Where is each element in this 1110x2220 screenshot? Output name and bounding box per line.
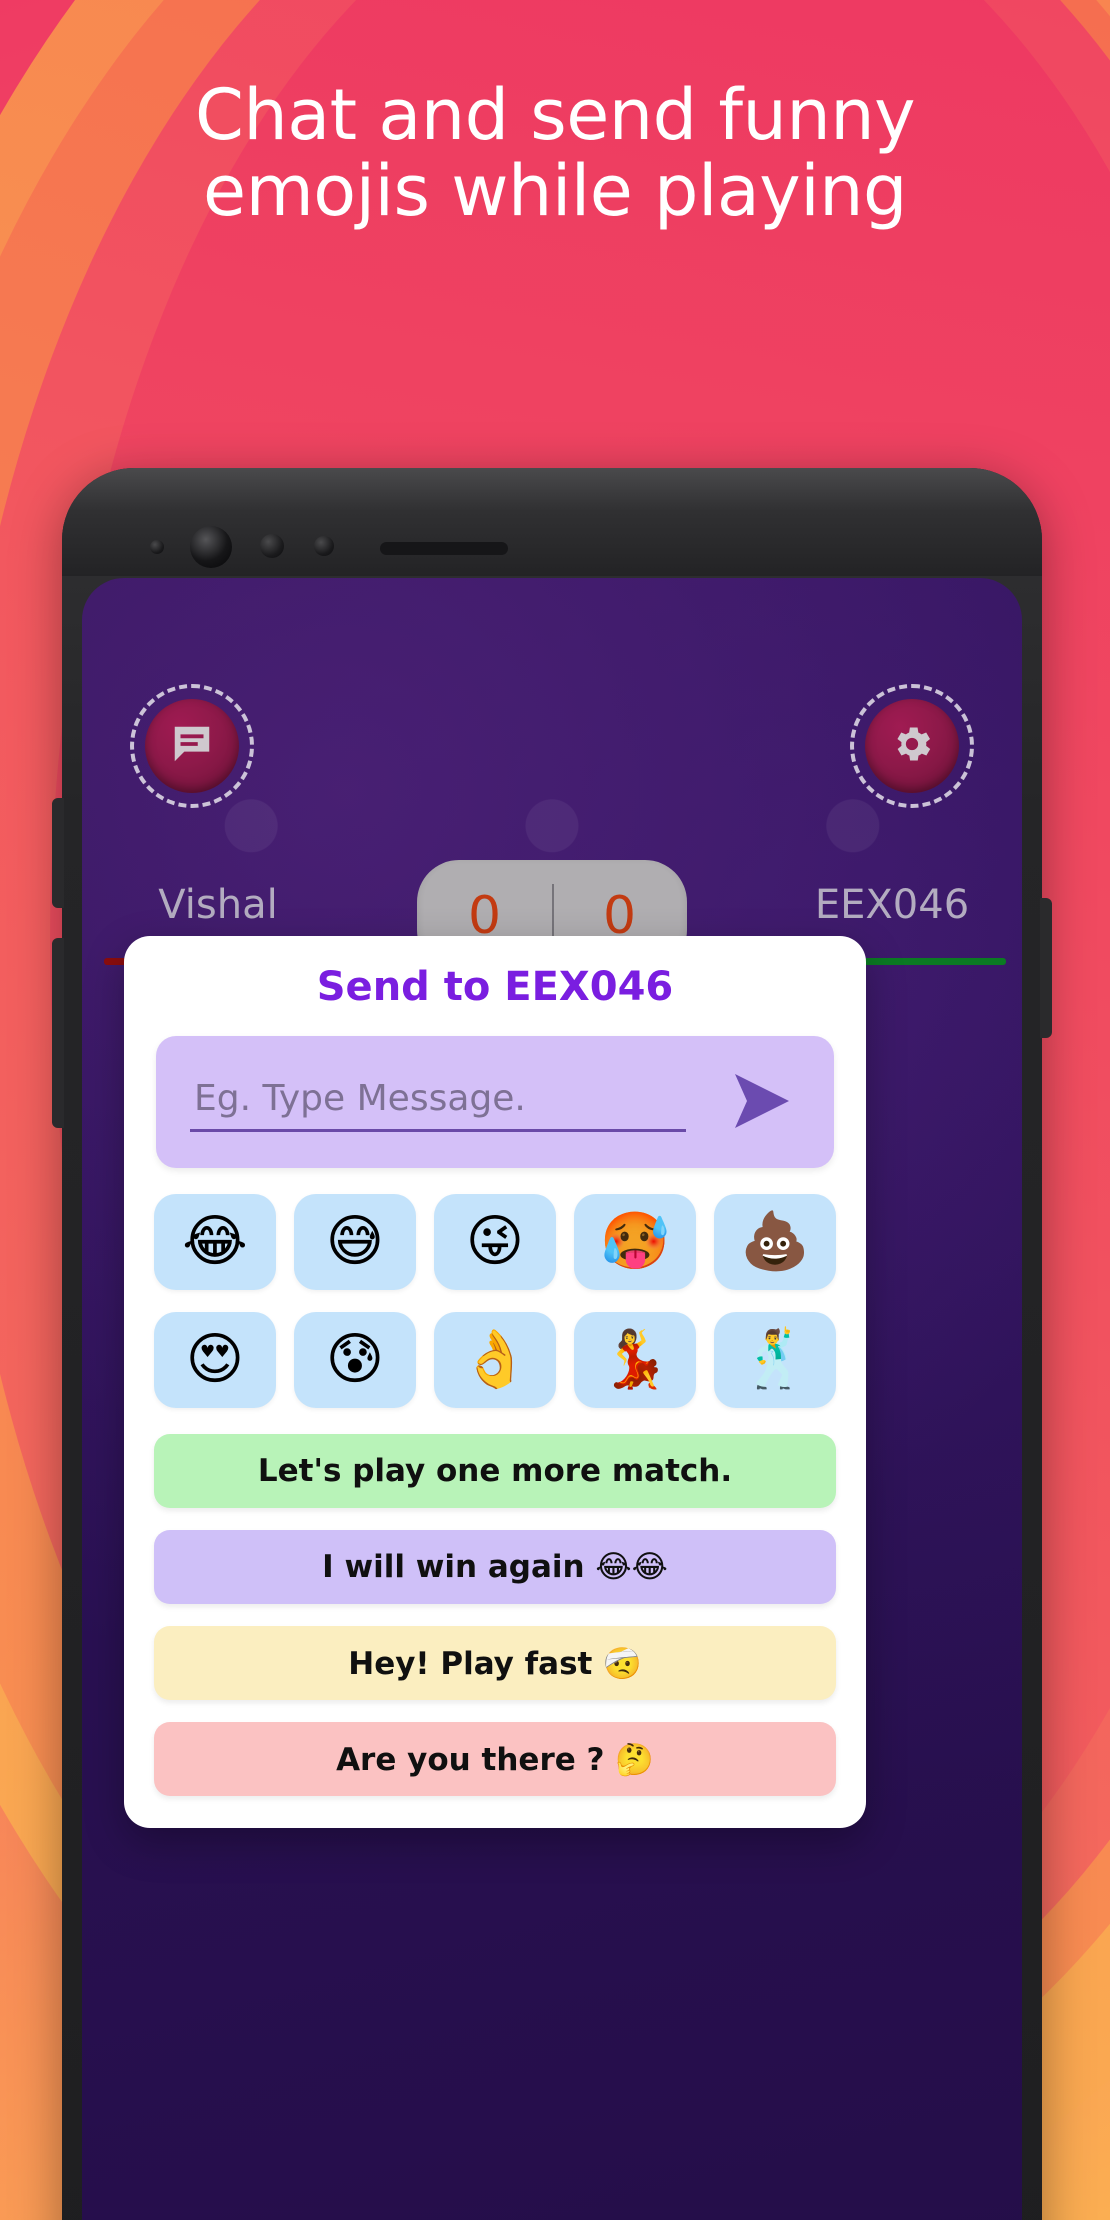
emoji-grid: 😂 😅 😜 🥵 💩 😍 😰 👌 💃 🕺 [154,1194,836,1408]
light-sensor-icon [314,536,334,556]
phone-power-button [1040,898,1052,1038]
emoji-smiling-face-with-heart-eyes[interactable]: 😍 [154,1312,276,1408]
phone-top-bezel [62,468,1042,576]
chat-button[interactable] [130,684,254,808]
send-message-dialog: Send to EEX046 😂😅😜🥵💩 😍😰👌💃🕺 Let's play one… [124,936,866,1828]
emoji-face-with-tears-of-joy[interactable]: 😂 [154,1194,276,1290]
proximity-sensor-icon [150,540,164,554]
phone-mockup: Vishal 0 0 EEX046 Send to EEX046 Eg. Typ… [52,468,1052,2220]
quick-reply-list: Let's play one more match. I will win aga… [154,1434,836,1796]
emoji-pile-of-poo[interactable]: 💩 [714,1194,836,1290]
emoji-anxious-face-with-sweat[interactable]: 😰 [294,1312,416,1408]
quick-reply-2[interactable]: I will win again 😂😂 [154,1530,836,1604]
emoji-winking-face-with-tongue[interactable]: 😜 [434,1194,556,1290]
quick-reply-4[interactable]: Are you there ? 🤔 [154,1722,836,1796]
emoji-grinning-face-with-sweat[interactable]: 😅 [294,1194,416,1290]
player-name-left: Vishal [158,882,278,928]
player-name-right: EEX046 [814,882,970,928]
message-input[interactable] [190,1072,686,1132]
settings-button[interactable] [850,684,974,808]
front-camera-icon [190,526,232,568]
earpiece-speaker [380,542,508,555]
phone-side-button-top [52,798,64,908]
send-arrow-icon [726,1065,798,1140]
chat-bubble-icon [169,721,215,772]
headline-line-2: emojis while playing [203,149,907,232]
send-button[interactable] [720,1060,804,1144]
emoji-ok-hand[interactable]: 👌 [434,1312,556,1408]
message-input-row [156,1036,834,1168]
emoji-woman-dancing[interactable]: 💃 [574,1312,696,1408]
emoji-hot-face[interactable]: 🥵 [574,1194,696,1290]
emoji-man-dancing[interactable]: 🕺 [714,1312,836,1408]
phone-screen: Vishal 0 0 EEX046 Send to EEX046 Eg. Typ… [82,578,1022,2220]
dialog-title: Send to EEX046 [316,964,674,1010]
iris-sensor-icon [260,534,284,558]
headline-line-1: Chat and send funny [194,74,916,156]
settings-button-face[interactable] [865,699,959,793]
promo-headline: Chat and send funny emojis while playing [0,74,1110,232]
chat-button-face[interactable] [145,699,239,793]
phone-volume-buttons [52,938,64,1128]
promo-screenshot: Chat and send funny emojis while playing [0,0,1110,2220]
quick-reply-3[interactable]: Hey! Play fast 🤕 [154,1626,836,1700]
gear-icon [889,721,935,772]
quick-reply-1[interactable]: Let's play one more match. [154,1434,836,1508]
